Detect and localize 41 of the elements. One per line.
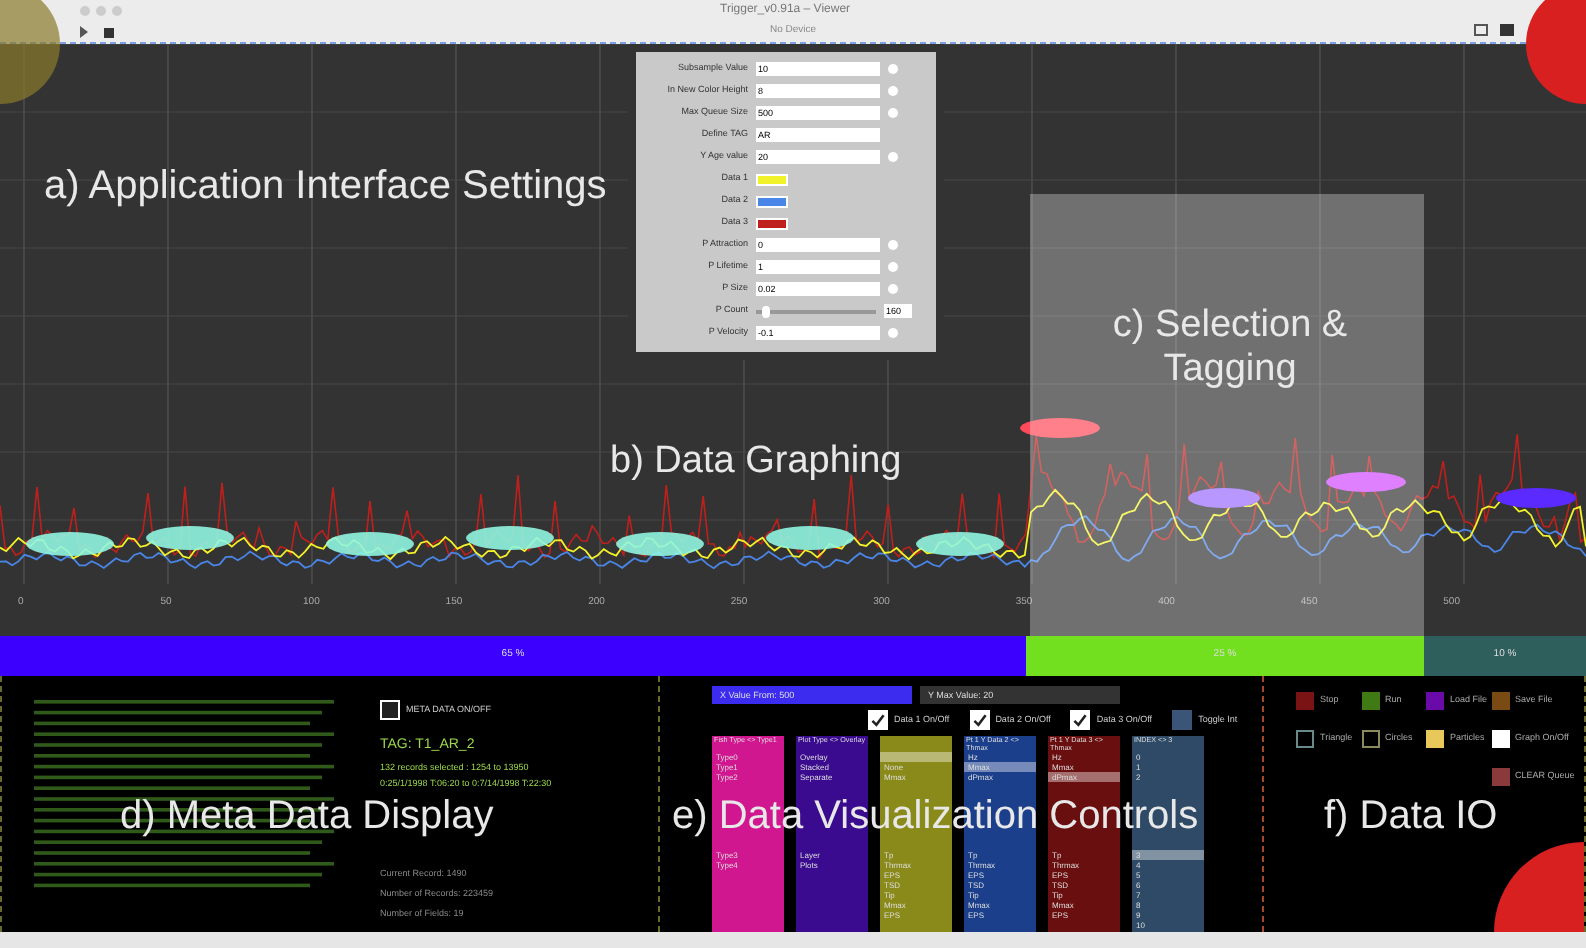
slider-thumb[interactable] — [762, 305, 770, 317]
option-item[interactable] — [880, 752, 952, 762]
minimize-icon[interactable] — [96, 6, 106, 16]
particle-blob — [26, 532, 114, 556]
annotation-label: f) Data IO — [1324, 794, 1498, 840]
spinner-icon[interactable] — [888, 108, 898, 118]
particle-blob — [1496, 488, 1576, 508]
checkmark-icon — [870, 712, 886, 728]
stop-icon[interactable] — [104, 27, 114, 37]
particle-blob — [466, 526, 554, 550]
spinner-icon[interactable] — [888, 152, 898, 162]
color-swatch[interactable] — [756, 173, 788, 185]
spinner-icon[interactable] — [888, 262, 898, 272]
particle-blob — [916, 532, 1004, 556]
spinner-icon[interactable] — [888, 328, 898, 338]
spinner-icon[interactable] — [888, 64, 898, 74]
color-swatch[interactable] — [756, 195, 788, 207]
annotation-label: c) Selection & Tagging — [1110, 304, 1350, 392]
spinner-icon[interactable] — [888, 240, 898, 250]
checkbox[interactable] — [1172, 710, 1193, 730]
particle-blob — [1020, 418, 1100, 438]
spinner-icon[interactable] — [888, 86, 898, 96]
zoom-icon[interactable] — [112, 6, 122, 16]
checkbox[interactable] — [380, 700, 400, 720]
color-swatch[interactable] — [756, 217, 788, 229]
particle-blob — [766, 526, 854, 550]
checkbox[interactable] — [969, 710, 990, 730]
particle-blob — [1326, 472, 1406, 492]
annotation-label: d) Meta Data Display — [120, 794, 494, 840]
spinner-icon[interactable] — [888, 284, 898, 294]
checkbox[interactable] — [868, 710, 888, 730]
close-icon[interactable] — [80, 6, 90, 16]
annotation-label: a) Application Interface Settings — [44, 164, 607, 210]
checkbox[interactable] — [1070, 710, 1091, 730]
annotation-label: b) Data Graphing — [610, 440, 902, 484]
particle-blob — [1188, 488, 1260, 508]
particle-blob — [616, 532, 704, 556]
particle-blob — [326, 532, 414, 556]
checkmark-icon — [971, 712, 988, 728]
particle-blob — [146, 526, 234, 550]
checkmark-icon — [1072, 712, 1089, 728]
